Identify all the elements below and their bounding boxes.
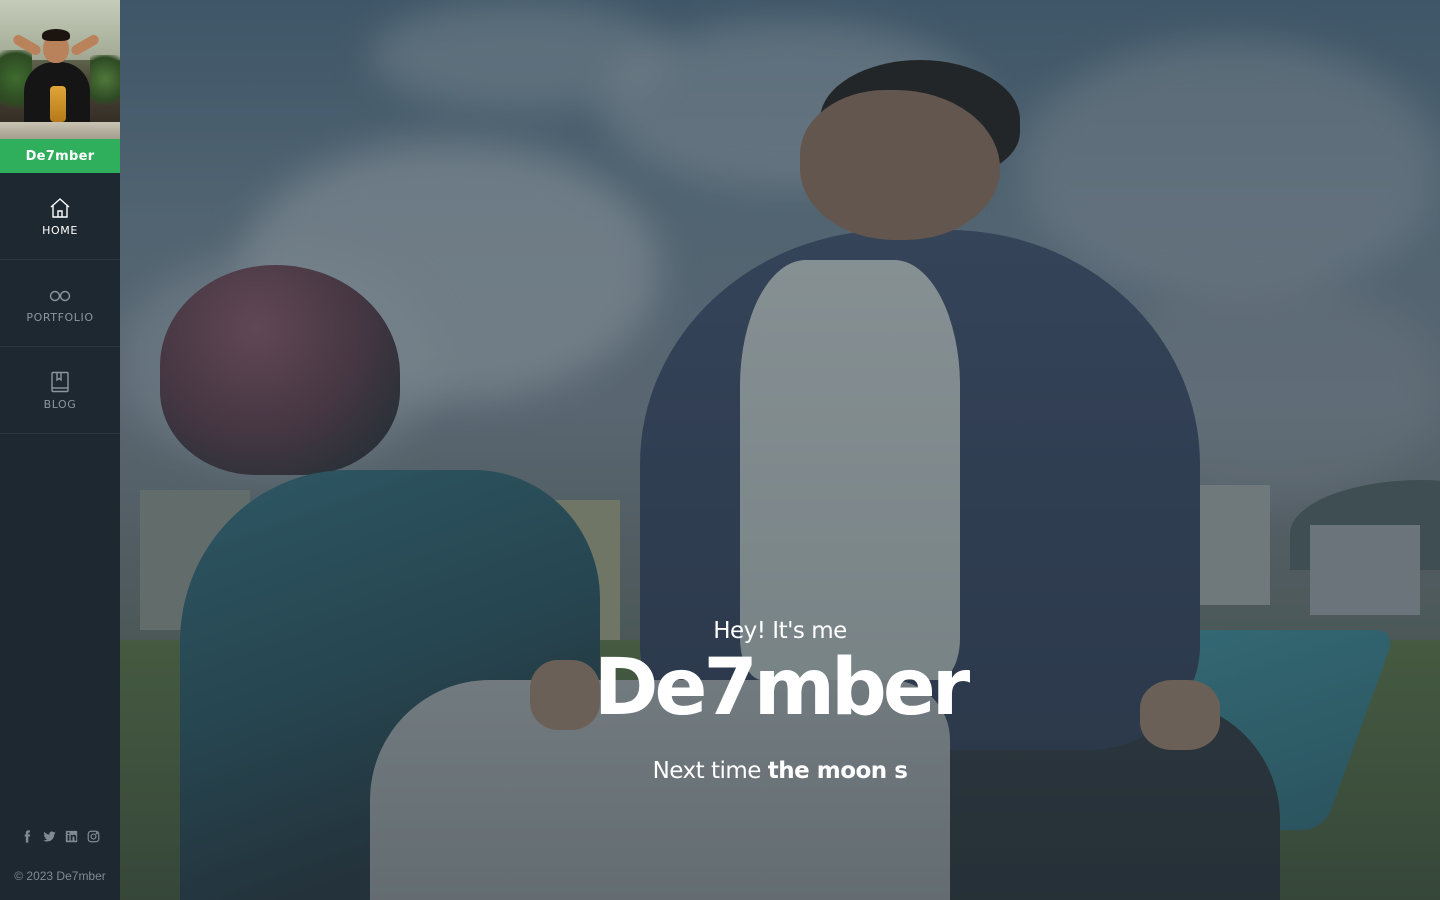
avatar[interactable] bbox=[0, 0, 120, 139]
twitter-icon[interactable] bbox=[42, 830, 56, 843]
social-links bbox=[0, 830, 120, 843]
hero-tagline-prefix: Next time bbox=[652, 758, 762, 784]
hero-section: Hey! It's me De7mber Next time the moon … bbox=[120, 0, 1440, 900]
facebook-icon[interactable] bbox=[21, 830, 34, 843]
nav-item-home[interactable]: HOME bbox=[0, 173, 120, 260]
hero-tagline-typed: the moon s bbox=[767, 758, 908, 784]
copyright: © 2023 De7mber bbox=[14, 869, 106, 883]
nav-item-blog[interactable]: BLOG bbox=[0, 347, 120, 434]
hero-tagline: Next time the moon s bbox=[120, 756, 1440, 786]
main-nav: HOME PORTFOLIO BLOG bbox=[0, 173, 120, 434]
hero-text: Hey! It's me De7mber Next time the moon … bbox=[120, 612, 1440, 786]
brand-name[interactable]: De7mber bbox=[0, 139, 120, 173]
nav-item-label: PORTFOLIO bbox=[26, 310, 94, 324]
linkedin-icon[interactable] bbox=[65, 830, 78, 843]
nav-item-portfolio[interactable]: PORTFOLIO bbox=[0, 260, 120, 347]
instagram-icon[interactable] bbox=[87, 830, 100, 843]
glasses-icon bbox=[49, 290, 71, 301]
avatar-plant-right bbox=[90, 55, 120, 115]
hero-name: De7mber bbox=[593, 643, 970, 733]
nav-item-label: HOME bbox=[42, 223, 78, 237]
sidebar: De7mber HOME PORTFOLIO BLOG © 2023 De7mb… bbox=[0, 0, 120, 900]
avatar-table bbox=[0, 122, 120, 139]
avatar-figurine bbox=[50, 86, 66, 122]
book-icon bbox=[51, 371, 69, 392]
avatar-person-hair bbox=[42, 29, 70, 41]
home-icon bbox=[50, 197, 70, 218]
nav-item-label: BLOG bbox=[43, 397, 77, 411]
